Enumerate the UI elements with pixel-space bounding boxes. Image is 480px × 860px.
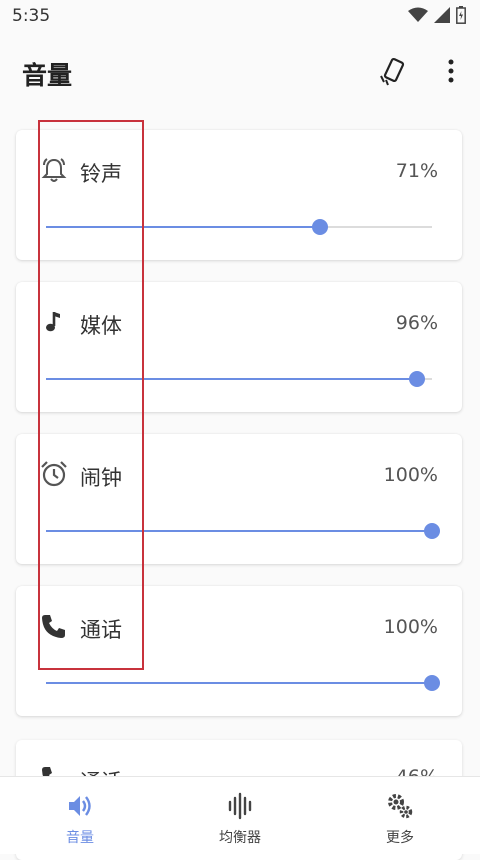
status-bar: 5:35 bbox=[0, 0, 480, 32]
volume-percent: 100% bbox=[383, 616, 438, 638]
slider-fill bbox=[46, 682, 432, 684]
slider-thumb[interactable] bbox=[424, 675, 440, 691]
overflow-menu-button[interactable] bbox=[434, 54, 468, 88]
volume-slider-call[interactable] bbox=[46, 672, 440, 694]
volume-percent: 71% bbox=[395, 160, 438, 182]
page-title: 音量 bbox=[22, 61, 73, 90]
nav-item-equalizer[interactable]: 均衡器 bbox=[160, 777, 320, 854]
nav-item-volume[interactable]: 音量 bbox=[0, 777, 160, 854]
wifi-icon bbox=[408, 7, 428, 22]
app-bar: 音量 bbox=[0, 32, 480, 108]
rotate-device-icon bbox=[380, 57, 405, 86]
bottom-nav: 音量 均衡器 更多 bbox=[0, 776, 480, 854]
highlight-box bbox=[38, 120, 144, 670]
equalizer-icon bbox=[225, 791, 255, 821]
gears-icon bbox=[385, 791, 415, 821]
nav-label: 音量 bbox=[66, 830, 94, 846]
status-icons bbox=[408, 6, 466, 24]
nav-label: 均衡器 bbox=[219, 830, 261, 846]
rotate-device-button[interactable] bbox=[376, 54, 410, 88]
nav-label: 更多 bbox=[386, 830, 414, 846]
volume-percent: 96% bbox=[395, 312, 438, 334]
nav-item-more[interactable]: 更多 bbox=[320, 777, 480, 854]
more-vert-icon bbox=[448, 59, 454, 83]
slider-thumb[interactable] bbox=[424, 523, 440, 539]
signal-icon bbox=[434, 7, 450, 23]
battery-icon bbox=[456, 6, 466, 24]
slider-thumb[interactable] bbox=[408, 371, 425, 387]
status-time: 5:35 bbox=[12, 6, 51, 26]
speaker-icon bbox=[65, 791, 95, 821]
slider-thumb[interactable] bbox=[312, 219, 329, 235]
volume-percent: 100% bbox=[383, 464, 438, 486]
